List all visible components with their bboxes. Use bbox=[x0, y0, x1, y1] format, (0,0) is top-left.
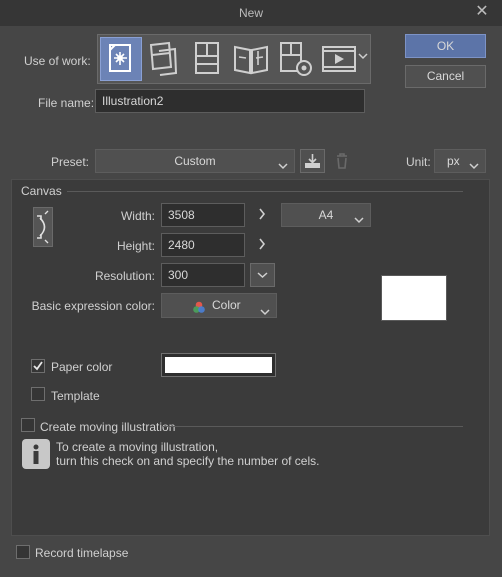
paper-size-dropdown[interactable]: A4 bbox=[281, 203, 371, 227]
resolution-input[interactable]: 300 bbox=[161, 263, 245, 287]
unit-dropdown[interactable]: px bbox=[434, 149, 486, 173]
ok-button[interactable]: OK bbox=[405, 34, 486, 58]
illustration-icon[interactable] bbox=[100, 37, 142, 81]
resolution-label: Resolution: bbox=[94, 269, 155, 283]
expression-color-dropdown[interactable]: Color bbox=[161, 293, 277, 318]
chevron-down-icon bbox=[278, 157, 288, 179]
paper-color-label: Paper color bbox=[51, 360, 113, 374]
height-label: Height: bbox=[116, 239, 155, 253]
title-bar: New ✕ bbox=[0, 0, 502, 26]
resolution-dropdown-button[interactable] bbox=[250, 263, 275, 287]
file-name-input[interactable]: Illustration2 bbox=[95, 89, 365, 113]
info-icon bbox=[22, 439, 50, 469]
book-icon[interactable] bbox=[231, 37, 273, 81]
width-label: Width: bbox=[120, 209, 155, 223]
preset-dropdown[interactable]: Custom bbox=[95, 149, 295, 173]
template-label: Template bbox=[51, 389, 100, 403]
canvas-preview bbox=[381, 275, 447, 321]
close-icon[interactable]: ✕ bbox=[472, 2, 492, 22]
height-input[interactable]: 2480 bbox=[161, 233, 245, 257]
create-moving-illustration-label: Create moving illustration bbox=[40, 420, 176, 434]
moving-divider bbox=[163, 426, 463, 427]
expression-color-label: Basic expression color: bbox=[31, 299, 155, 313]
chevron-down-icon bbox=[469, 157, 479, 179]
paper-color-swatch[interactable] bbox=[161, 353, 276, 377]
swap-orientation-icon[interactable] bbox=[33, 207, 53, 247]
width-input[interactable]: 3508 bbox=[161, 203, 245, 227]
save-preset-icon[interactable] bbox=[300, 149, 325, 173]
info-line-1: To create a moving illustration, bbox=[56, 440, 219, 454]
canvas-divider bbox=[67, 191, 463, 192]
new-dialog: New ✕ Use of work: OK Cancel File name: … bbox=[0, 0, 502, 577]
delete-preset-icon[interactable] bbox=[331, 149, 353, 173]
animation-icon[interactable] bbox=[319, 37, 361, 81]
chevron-right-icon[interactable] bbox=[258, 208, 266, 223]
webtoon-icon[interactable] bbox=[143, 37, 185, 81]
paper-size-value: A4 bbox=[318, 208, 334, 222]
paper-color-checkbox[interactable] bbox=[31, 359, 45, 373]
comic-icon[interactable] bbox=[187, 37, 229, 81]
paper-color-fill bbox=[165, 357, 272, 373]
color-wheel-icon bbox=[192, 299, 206, 313]
cancel-button[interactable]: Cancel bbox=[405, 65, 486, 88]
info-line-2: turn this check on and specify the numbe… bbox=[56, 454, 320, 468]
record-timelapse-checkbox[interactable] bbox=[16, 545, 30, 559]
use-of-work-label: Use of work: bbox=[24, 54, 91, 68]
record-timelapse-label: Record timelapse bbox=[35, 546, 129, 560]
chevron-down-icon[interactable] bbox=[358, 51, 368, 63]
file-name-label: File name: bbox=[38, 96, 95, 110]
chevron-down-icon bbox=[260, 302, 270, 325]
create-moving-illustration-checkbox[interactable] bbox=[21, 418, 35, 432]
unit-label: Unit: bbox=[406, 155, 431, 169]
chevron-right-icon[interactable] bbox=[258, 238, 266, 253]
chevron-down-icon bbox=[354, 211, 364, 233]
canvas-section-label: Canvas bbox=[21, 184, 62, 198]
use-of-work-selector[interactable] bbox=[97, 34, 371, 84]
preset-label: Preset: bbox=[51, 155, 90, 169]
window-title: New bbox=[238, 6, 263, 20]
comic-settings-icon[interactable] bbox=[275, 37, 317, 81]
preset-value: Custom bbox=[174, 154, 216, 168]
unit-value: px bbox=[447, 154, 460, 168]
template-checkbox[interactable] bbox=[31, 387, 45, 401]
